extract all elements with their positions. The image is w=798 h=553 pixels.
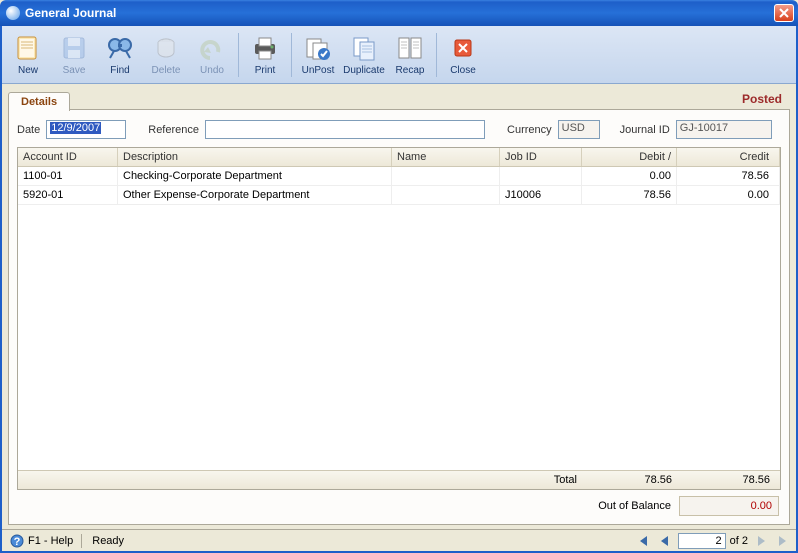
recap-button[interactable]: Recap: [388, 29, 432, 81]
date-label: Date: [17, 124, 40, 136]
reference-label: Reference: [148, 124, 199, 136]
toolbar-separator: [238, 33, 239, 77]
col-name[interactable]: Name: [392, 148, 500, 166]
table-row[interactable]: 5920-01 Other Expense-Corporate Departme…: [18, 186, 780, 205]
col-credit[interactable]: Credit: [677, 148, 780, 166]
window-title: General Journal: [25, 6, 774, 20]
nav-first-button[interactable]: [634, 533, 652, 549]
svg-text:?: ?: [14, 536, 21, 548]
journal-grid: Account ID Description Name Job ID Debit…: [17, 147, 781, 490]
new-button[interactable]: New: [6, 29, 50, 81]
undo-button: Undo: [190, 29, 234, 81]
status-text: Ready: [86, 535, 130, 547]
toolbar-separator: [436, 33, 437, 77]
toolbar-separator: [291, 33, 292, 77]
unpost-button[interactable]: UnPost: [296, 29, 340, 81]
out-of-balance-value: 0.00: [679, 496, 779, 516]
journal-id-label: Journal ID: [620, 124, 670, 136]
nav-next-button: [752, 533, 770, 549]
col-description[interactable]: Description: [118, 148, 392, 166]
titlebar: General Journal: [0, 0, 798, 26]
find-icon: [105, 33, 135, 63]
nav-prev-button[interactable]: [656, 533, 674, 549]
close-tool-icon: [448, 33, 478, 63]
print-button[interactable]: Print: [243, 29, 287, 81]
print-icon: [250, 33, 280, 63]
total-label: Total: [500, 471, 582, 489]
find-button[interactable]: Find: [98, 29, 142, 81]
posted-status: Posted: [742, 92, 790, 110]
nav-next-icon: [756, 536, 766, 546]
date-field[interactable]: 12/9/2007: [46, 120, 126, 139]
nav-last-button: [774, 533, 792, 549]
currency-label: Currency: [507, 124, 552, 136]
unpost-icon: [303, 33, 333, 63]
close-icon: [779, 8, 789, 18]
journal-id-field: GJ-10017: [676, 120, 772, 139]
duplicate-button[interactable]: Duplicate: [342, 29, 386, 81]
duplicate-icon: [349, 33, 379, 63]
page-input[interactable]: [678, 533, 726, 549]
currency-field: USD: [558, 120, 600, 139]
nav-first-icon: [637, 536, 649, 546]
total-credit: 78.56: [677, 471, 780, 489]
tab-details[interactable]: Details: [8, 92, 70, 111]
delete-button: Delete: [144, 29, 188, 81]
reference-field[interactable]: [205, 120, 485, 139]
col-job-id[interactable]: Job ID: [500, 148, 582, 166]
recap-icon: [395, 33, 425, 63]
page-of-label: of 2: [730, 535, 748, 547]
delete-icon: [151, 33, 181, 63]
save-icon: [59, 33, 89, 63]
col-account-id[interactable]: Account ID: [18, 148, 118, 166]
nav-prev-icon: [660, 536, 670, 546]
col-debit[interactable]: Debit /: [582, 148, 677, 166]
app-icon: [6, 6, 20, 20]
help-button[interactable]: ? F1 - Help: [6, 534, 77, 548]
undo-icon: [197, 33, 227, 63]
total-debit: 78.56: [582, 471, 677, 489]
help-icon: ?: [10, 534, 24, 548]
table-row[interactable]: 1100-01 Checking-Corporate Department 0.…: [18, 167, 780, 186]
new-icon: [13, 33, 43, 63]
save-button: Save: [52, 29, 96, 81]
toolbar: New Save Find Delete Undo Print UnPost: [2, 26, 796, 84]
close-button[interactable]: Close: [441, 29, 485, 81]
statusbar: ? F1 - Help Ready of 2: [2, 529, 796, 551]
nav-last-icon: [777, 536, 789, 546]
out-of-balance-label: Out of Balance: [598, 500, 671, 512]
window-close-button[interactable]: [774, 4, 794, 22]
